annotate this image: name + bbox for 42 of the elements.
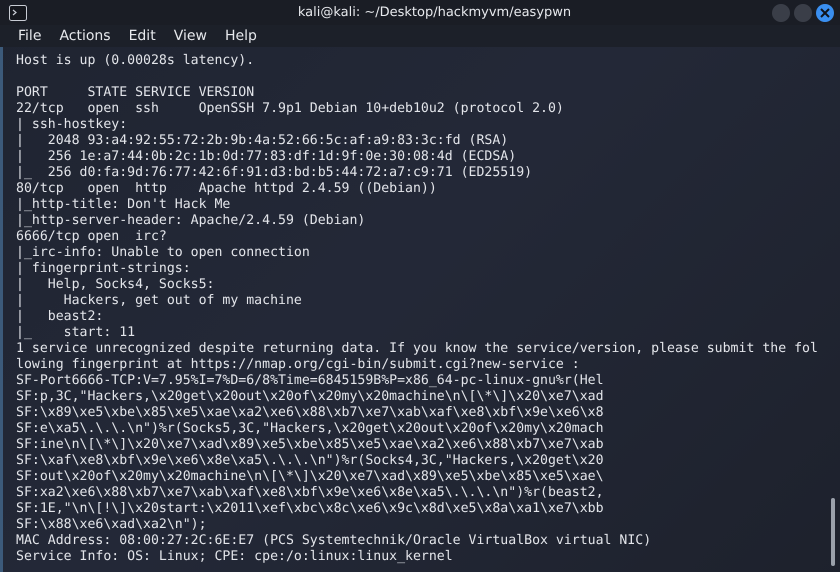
terminal-line: SF:xa2\xe6\x88\xb7\xe7\xab\xaf\xe8\xbf\x9e\xe6\x8e\xa5\.\.\.\n")%r(beast2, (16, 485, 604, 501)
terminal-line: SF:e\xa5\.\.\.\n")%r(Socks5,3C,"Hackers,\x20get\x20out\x20of\x20my\x20mach (16, 421, 604, 437)
terminal-line: |_irc-info: Unable to open connection (16, 245, 310, 261)
terminal-line: |_ start: 11 (16, 325, 136, 341)
terminal-line: |_http-server-header: Apache/2.4.59 (Debian) (16, 213, 366, 229)
terminal-line: SF:ine\n\[\*\]\x20\xe7\xad\x89\xe5\xbe\x85\xe5\xae\xa2\xe6\x88\xb7\xe7\xab (16, 437, 604, 453)
terminal-line: SF:p,3C,"Hackers,\x20get\x20out\x20of\x20my\x20machine\n\[\*\]\x20\xe7\xad (16, 389, 604, 405)
terminal-line: | fingerprint-strings: (16, 261, 191, 277)
terminal-icon (9, 4, 27, 20)
terminal-line: | 2048 93:a4:92:55:72:2b:9b:4a:52:66:5c:af:a9:83:3c:fd (RSA) (16, 133, 508, 149)
terminal-line: 80/tcp open http Apache httpd 2.4.59 ((Debian)) (16, 181, 437, 197)
scrollbar-thumb[interactable] (831, 498, 835, 566)
terminal-line: PORT STATE SERVICE VERSION (16, 85, 254, 101)
terminal-line: 1 service unrecognized despite returning data. If you know the service/version, please submit the fol (16, 341, 818, 357)
terminal-line: 22/tcp open ssh OpenSSH 7.9p1 Debian 10+deb10u2 (protocol 2.0) (16, 101, 564, 117)
terminal-line: SF:\xaf\xe8\xbf\x9e\xe6\x8e\xa5\.\.\.\n")%r(Socks4,3C,"Hackers,\x20get\x20 (16, 453, 604, 469)
menu-item[interactable]: View (166, 25, 215, 47)
close-button[interactable] (816, 4, 834, 22)
terminal-line: SF:\x89\xe5\xbe\x85\xe5\xae\xa2\xe6\x88\xb7\xe7\xab\xaf\xe8\xbf\x9e\xe6\x8 (16, 405, 604, 421)
terminal-line: |_http-title: Don't Hack Me (16, 197, 230, 213)
minimize-button[interactable] (772, 4, 790, 22)
terminal-line: Service Info: OS: Linux; CPE: cpe:/o:linux:linux_kernel (16, 549, 453, 565)
terminal-line: | Help, Socks4, Socks5: (16, 277, 214, 293)
terminal-line: SF:1E,"\n\[!\]\x20start:\x2011\xef\xbc\x8c\xe6\x9c\x8d\xe5\x8a\xa1\xe7\xbb (16, 501, 604, 517)
terminal-line: | beast2: (16, 309, 104, 325)
terminal-line: MAC Address: 08:00:27:2C:6E:E7 (PCS Systemtechnik/Oracle VirtualBox virtual NIC) (16, 533, 652, 549)
terminal-line: | 256 1e:a7:44:0b:2c:1b:0d:77:83:df:1d:9f:0e:30:08:4d (ECDSA) (16, 149, 516, 165)
terminal-line: SF:out\x20of\x20my\x20machine\n\[\*\]\x20\xe7\xad\x89\xe5\xbe\x85\xe5\xae\ (16, 469, 604, 485)
terminal-line: |_ 256 d0:fa:9d:76:77:42:6f:91:d3:bd:b5:44:72:a7:c9:71 (ED25519) (16, 165, 532, 181)
close-icon (820, 8, 830, 18)
terminal-line: | ssh-hostkey: (16, 117, 128, 133)
terminal-line: lowing fingerprint at https://nmap.org/cgi-bin/submit.cgi?new-service : (16, 357, 580, 373)
terminal-line: 6666/tcp open irc? (16, 229, 167, 245)
terminal-line: Host is up (0.00028s latency). (16, 53, 254, 69)
menu-item[interactable]: File (10, 25, 50, 47)
menu-item[interactable]: Help (216, 25, 265, 47)
window-title: kali@kali: ~/Desktop/hackmyvm/easypwn (296, 5, 572, 20)
terminal-line: SF:\x88\xe6\xad\xa2\n"); (16, 517, 207, 533)
menu-item[interactable]: Actions (51, 25, 119, 47)
terminal-line: SF-Port6666-TCP:V=7.95%I=7%D=6/8%Time=6845159B%P=x86_64-pc-linux-gnu%r(Hel (16, 373, 604, 389)
terminal-line: | Hackers, get out of my machine (16, 293, 302, 309)
menu-item[interactable]: Edit (120, 25, 164, 47)
